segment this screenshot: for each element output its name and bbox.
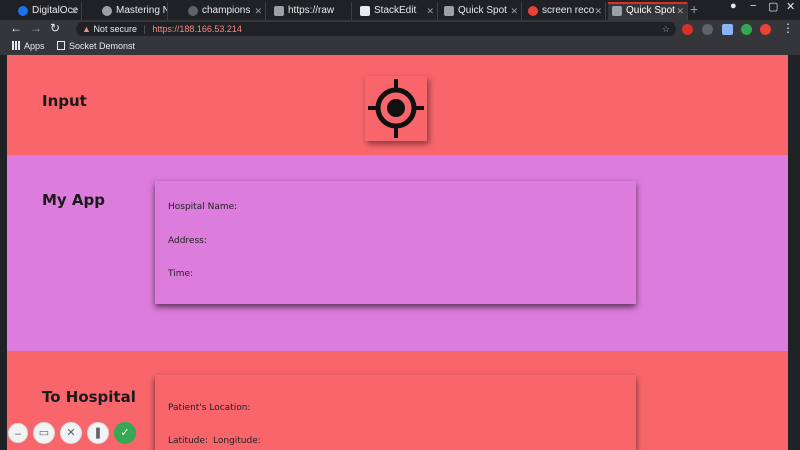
tab-champions[interactable]: champions ✕ — [184, 2, 266, 20]
tab-close-icon[interactable]: ✕ — [426, 2, 434, 20]
tab-screen-recorder[interactable]: screen reco ✕ — [524, 2, 606, 20]
bookmark-label: Apps — [24, 41, 45, 51]
page-favicon-icon — [612, 6, 622, 16]
tab-mastering[interactable]: Mastering N — [98, 2, 168, 20]
input-section-title: Input — [42, 92, 87, 110]
latitude-label: Latitude: — [168, 436, 209, 446]
tab-label: screen reco — [542, 5, 595, 16]
cancel-recording-button[interactable]: ✕ — [60, 422, 82, 444]
address-bar[interactable]: ▲ Not secure | https://188.166.53.214 ☆ — [76, 22, 676, 36]
stackedit-favicon-icon — [360, 6, 370, 16]
url-text: https://188.166.53.214 — [152, 24, 242, 34]
digitalocean-favicon-icon — [18, 6, 28, 16]
my-app-section-title: My App — [42, 191, 106, 209]
extension-icon[interactable] — [702, 24, 713, 35]
crosshair-icon — [368, 79, 424, 138]
github-favicon-icon — [188, 6, 198, 16]
back-button[interactable]: ← — [10, 21, 22, 35]
bookmarks-bar: Apps Socket Demonst — [0, 38, 800, 55]
warning-icon: ▲ — [82, 24, 91, 34]
tab-close-icon[interactable]: ✕ — [594, 2, 602, 20]
browser-tab-strip: DigitalOce ✕ Mastering N champions ✕ htt… — [0, 0, 800, 20]
time-label: Time: — [168, 269, 194, 279]
camera-toggle-button[interactable]: ▭ — [33, 422, 55, 444]
tab-label: https://raw — [288, 5, 335, 16]
bookmark-apps[interactable]: Apps — [12, 38, 45, 55]
grammarly-extension-icon[interactable] — [741, 24, 752, 35]
bookmark-star-icon[interactable]: ☆ — [662, 22, 670, 36]
page-favicon-icon — [274, 6, 284, 16]
page-favicon-icon — [444, 6, 454, 16]
adblock-extension-icon[interactable] — [682, 24, 693, 35]
hospital-info-card: Hospital Name: Address: Time: — [155, 181, 636, 304]
address-label: Address: — [168, 236, 207, 246]
pen-extension-icon[interactable] — [722, 24, 733, 35]
pause-recording-button[interactable]: ❚ — [87, 422, 109, 444]
check-icon: ✓ — [120, 427, 130, 439]
maximize-window-icon[interactable]: ▢ — [768, 0, 778, 13]
browser-toolbar: ← → ↻ ▲ Not secure | https://188.166.53.… — [0, 20, 800, 38]
bookmark-socket-demonstration[interactable]: Socket Demonst — [57, 38, 135, 55]
tab-stackedit[interactable]: StackEdit ✕ — [356, 2, 438, 20]
tab-label: Quick Spot — [458, 5, 507, 16]
profile-icon[interactable]: ● — [730, 0, 737, 12]
patient-location-label: Patient's Location: — [168, 403, 251, 413]
tab-close-icon[interactable]: ✕ — [70, 2, 78, 20]
finish-recording-button[interactable]: ✓ — [114, 422, 136, 444]
tab-close-icon[interactable]: ✕ — [254, 2, 262, 20]
tab-label: Mastering N — [116, 5, 168, 16]
forward-button[interactable]: → — [30, 21, 42, 35]
tab-digitalocean[interactable]: DigitalOce ✕ — [14, 2, 82, 20]
bookmark-label: Socket Demonst — [69, 41, 136, 51]
tab-close-icon[interactable]: ✕ — [510, 2, 518, 20]
pause-icon: ❚ — [93, 427, 103, 439]
input-section: Input — [7, 55, 788, 155]
security-label: Not secure — [93, 24, 137, 34]
tab-label: StackEdit — [374, 5, 417, 16]
google-favicon-icon — [528, 6, 538, 16]
my-app-section: My App Hospital Name: Address: Time: — [7, 155, 788, 351]
to-hospital-section-title: To Hospital — [42, 388, 136, 406]
recorder-extension-icon[interactable] — [760, 24, 771, 35]
new-tab-button[interactable]: + — [690, 1, 698, 17]
tab-label: Quick Spot — [626, 5, 675, 16]
minimize-window-icon[interactable]: − — [750, 0, 756, 12]
tab-label: champions — [202, 5, 251, 16]
tab-close-icon[interactable]: ✕ — [676, 2, 684, 20]
reload-button[interactable]: ↻ — [50, 21, 60, 35]
web-page: Input My App Hospital Name: Address: Tim… — [7, 55, 788, 450]
github-favicon-icon — [102, 6, 112, 16]
patient-location-card: Patient's Location: Latitude: Longitude: — [155, 375, 636, 450]
hospital-name-label: Hospital Name: — [168, 202, 238, 212]
tab-quick-spot-active[interactable]: Quick Spot ✕ — [608, 2, 688, 20]
minimize-recorder-button[interactable]: – — [8, 423, 28, 443]
tab-quick-spot[interactable]: Quick Spot ✕ — [440, 2, 522, 20]
tab-raw[interactable]: https://raw — [270, 2, 352, 20]
page-icon — [57, 41, 65, 50]
close-icon: ✕ — [66, 427, 76, 439]
close-window-icon[interactable]: ✕ — [786, 0, 795, 13]
locate-button[interactable] — [365, 76, 427, 141]
menu-icon[interactable]: ⋮ — [782, 21, 794, 35]
apps-grid-icon — [12, 41, 20, 50]
separator: | — [143, 24, 146, 34]
camera-icon: ▭ — [38, 427, 50, 439]
longitude-label: Longitude: — [213, 436, 261, 446]
